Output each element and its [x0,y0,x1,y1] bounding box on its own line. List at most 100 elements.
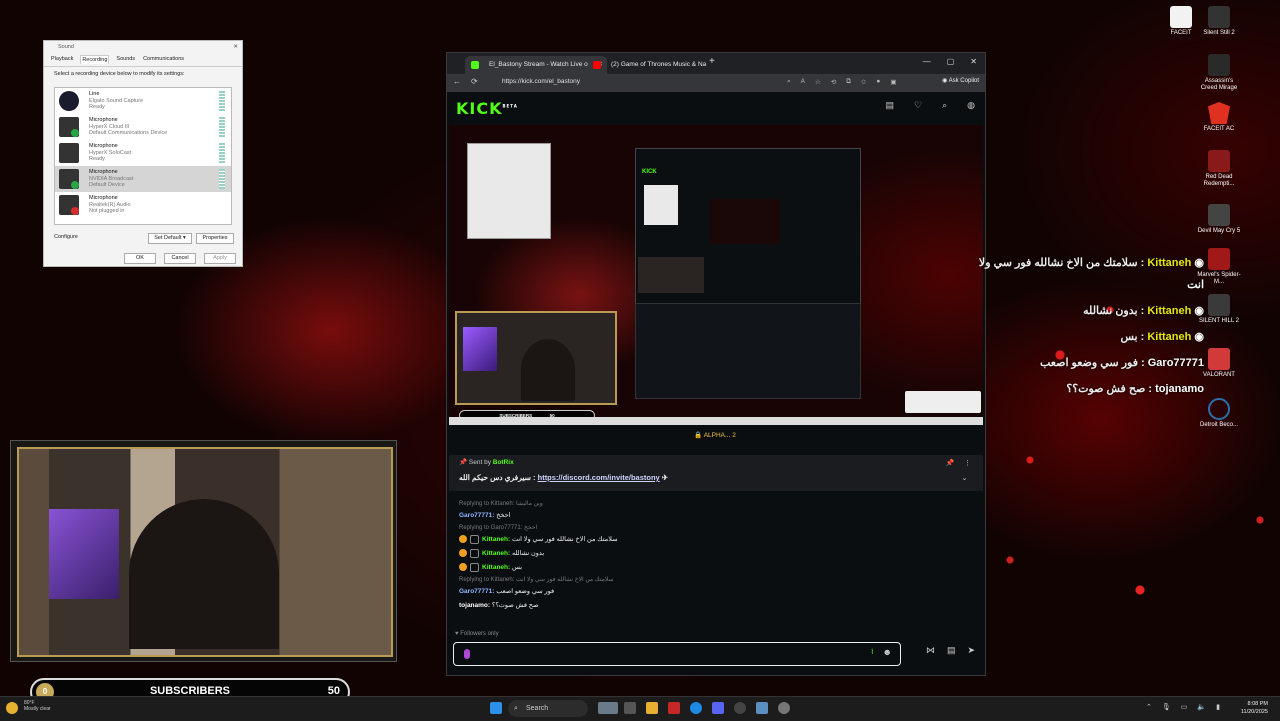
tab-recording[interactable]: Recording [80,55,110,64]
widget-icon[interactable] [598,702,618,714]
chat-message[interactable]: Garo77771: احخخ [459,509,969,523]
ask-copilot-button[interactable]: ◉ Ask Copilot [942,77,979,84]
taskbar-search[interactable]: ⌕ Search [508,700,588,717]
back-icon[interactable]: ← [453,77,461,86]
configure-button[interactable]: Configure [54,233,92,242]
set-default-button[interactable]: Set Default ▾ [148,233,192,244]
raid-banner[interactable]: 🔒 ALPHA... 2 [447,429,983,443]
start-icon[interactable] [490,702,502,714]
insert-icon[interactable]: ⌇ [871,648,874,656]
pin-icon[interactable]: 📌 [946,460,955,467]
new-tab-button[interactable]: + [709,56,715,67]
tab-sounds[interactable]: Sounds [115,55,136,64]
properties-button[interactable]: Properties [196,233,234,244]
chat-message[interactable]: tojanamo: صح فش صوت؟؟ [459,599,969,613]
task-view-icon[interactable] [624,702,636,714]
microphone-icon[interactable] [464,649,470,659]
volume-icon[interactable]: 🔈 [1197,703,1206,711]
store-icon[interactable]: ▤ [947,645,956,656]
store-icon[interactable]: ▤ [886,100,895,111]
close-window-button[interactable]: ✕ [970,57,977,66]
browser-tab-kick[interactable]: El_Bastony Stream - Watch Live o ✕ [465,56,607,74]
browser-tab-youtube[interactable]: (2) Game of Thrones Music & Na [587,56,711,74]
device-item[interactable]: Microphone HyperX Cloud III Default Comm… [55,114,231,140]
search-icon[interactable]: ⌕ [942,100,947,111]
device-item[interactable]: Line Elgato Sound Capture Ready [55,88,231,114]
chat-panel: 📌 Sent by BotRix سيرفري دس حيكم الله : h… [449,445,983,673]
obs-icon[interactable] [734,702,746,714]
heart-icon[interactable]: ♡ [914,100,922,111]
chevron-down-icon[interactable]: ⌄ [946,475,968,482]
desktop-icon-faceit-ac[interactable]: FACEIT AC [1196,102,1242,133]
chevron-up-icon[interactable]: ⌃ [1146,703,1152,711]
desktop-icon-red-dead[interactable]: Red Dead Redempti... [1196,150,1242,188]
network-icon[interactable]: ▭ [1181,703,1188,711]
gift-icon[interactable]: ⋈ [926,645,935,656]
chat-message[interactable]: Kittaneh: بس [459,561,969,575]
weather-widget[interactable]: 80°F Mostly clear [24,700,51,712]
avatar[interactable]: ◍ [967,100,975,111]
minimize-button[interactable]: — [923,57,931,66]
file-explorer-icon[interactable] [646,702,658,714]
device-item[interactable]: Microphone Realtek(R) Audio Not plugged … [55,192,231,218]
profile-icon[interactable]: ● [876,78,880,86]
emoji-icon[interactable]: ☻ [883,647,892,657]
pinned-message[interactable]: 📌 Sent by BotRix سيرفري دس حيكم الله : h… [449,455,983,491]
read-aloud-icon[interactable]: A [801,78,805,86]
desktop-icon-detroit[interactable]: Detroit Beco... [1196,398,1242,429]
zoom-icon[interactable]: ⌕ [787,78,791,86]
chat-username[interactable]: Kittaneh [482,564,508,571]
chat-message[interactable]: Kittaneh: سلامتك من الاخ نشالله فور سي و… [459,533,969,547]
chat-username[interactable]: Garo77771 [459,512,492,519]
send-icon[interactable]: ➤ [967,645,975,656]
ok-button[interactable]: OK [124,253,156,264]
reply-context: Replying to Garo77771: احخخ [459,525,538,531]
device-item[interactable]: Microphone HyperX SoloCast Ready [55,140,231,166]
chat-message[interactable]: Garo77771: فور سي وضعو اصعب [459,585,969,599]
microphone-tray-icon[interactable]: 🎙 [1162,703,1171,711]
close-icon[interactable]: ✕ [233,41,238,53]
discord-icon[interactable] [712,702,724,714]
weather-icon[interactable] [6,702,18,714]
url-field[interactable]: https://kick.com/el_bastony [502,78,580,85]
app-icon[interactable] [756,702,768,714]
refresh-icon[interactable]: ⟳ [471,77,478,86]
cancel-button[interactable]: Cancel [164,253,196,264]
taskbar-clock[interactable]: 8:08 PM 11/20/2025 [1241,700,1268,716]
chat-username[interactable]: Kittaneh [482,536,508,543]
tab-playback[interactable]: Playback [50,55,74,64]
app-icon[interactable] [668,702,680,714]
desktop-icon-silent-still[interactable]: Silent Still 2 [1196,6,1242,37]
desktop-icon-assassins-creed[interactable]: Assassin's Creed Mirage [1196,54,1242,92]
bot-name[interactable]: BotRix [493,459,514,466]
discord-link[interactable]: https://discord.com/invite/bastony [538,473,660,482]
device-item-selected[interactable]: Microphone NVIDIA Broadcast Default Devi… [55,166,231,192]
maximize-button[interactable]: ▢ [947,57,955,66]
favorite-star-icon[interactable]: ☆ [815,78,821,86]
webcam-feed [17,447,393,657]
clock-date: 11/20/2025 [1240,709,1268,715]
kick-logo[interactable]: KICKBETA [456,99,518,118]
chat-input[interactable]: ⌇ ☻ [453,642,901,666]
chat-username[interactable]: tojanamo [459,602,488,609]
app-icon[interactable] [778,702,790,714]
stream-video[interactable]: KICK SUBSCRIBERS 50 [449,125,983,425]
dialog-titlebar[interactable]: Sound ✕ [44,41,242,53]
battery-icon[interactable]: ▮ [1216,703,1220,711]
tab-communications[interactable]: Communications [142,55,185,64]
tab-title: El_Bastony Stream - Watch Live o [489,61,588,68]
chat-message[interactable]: Kittaneh: بدون نشالله [459,547,969,561]
more-options-icon[interactable]: ⋮ [964,460,971,467]
device-status: Default Communications Device [89,130,168,136]
device-list[interactable]: Line Elgato Sound Capture Ready Micropho… [54,87,232,225]
refresh-extension-icon[interactable]: ⟲ [831,78,836,86]
edge-icon[interactable] [690,702,702,714]
favorites-icon[interactable]: ✩ [861,78,866,86]
chat-username[interactable]: Garo77771 [459,588,492,595]
desktop-icon-devil-may-cry[interactable]: Devil May Cry 5 [1196,204,1242,235]
extensions-icon[interactable]: ⧉ [846,78,851,86]
chat-username[interactable]: Kittaneh [482,550,508,557]
overlay-username: Kittaneh [1147,305,1192,317]
collections-icon[interactable]: ▣ [890,78,896,86]
apply-button[interactable]: Apply [204,253,236,264]
